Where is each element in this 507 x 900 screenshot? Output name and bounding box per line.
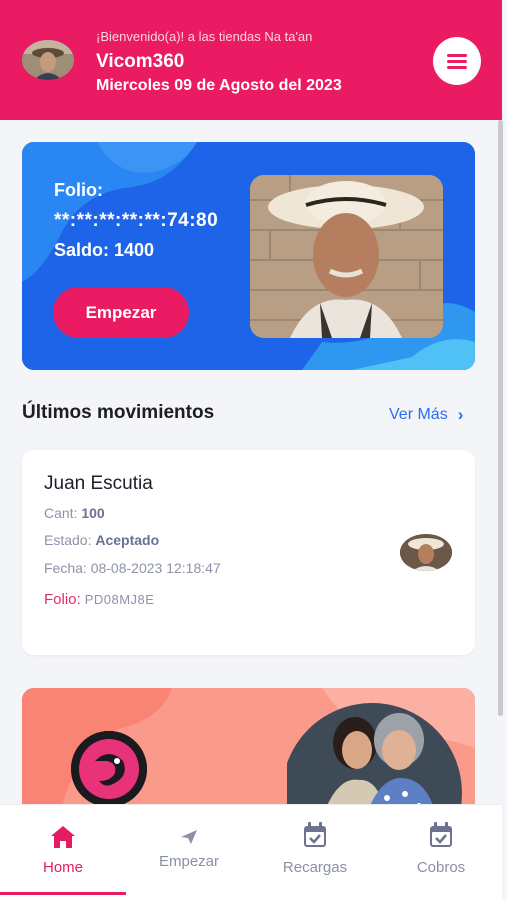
elderly-man-photo [250,175,443,338]
see-more-link[interactable]: Ver Más › [389,405,463,425]
send-icon [181,830,197,844]
hamburger-icon [447,53,467,69]
app-screen: ¡Bienvenido(a)! a las tiendas Na ta'an V… [0,0,507,900]
movement-status: Estado: Aceptado [44,532,160,548]
scrollbar[interactable] [498,120,503,716]
movements-title: Últimos movimientos [22,402,215,423]
nav-item-empezar[interactable]: Empezar [126,805,252,900]
welcome-text: ¡Bienvenido(a)! a las tiendas Na ta'an [96,29,313,44]
calendar-check-icon [304,822,326,847]
start-button[interactable]: Empezar [53,287,189,338]
nav-label-empezar: Empezar [158,853,220,870]
movement-avatar [400,534,452,571]
active-tab-indicator [0,892,126,895]
calendar-check-icon [430,822,452,847]
menu-button[interactable] [433,37,481,85]
balance-text: Saldo: 1400 [54,240,155,260]
see-more-label: Ver Más [389,406,448,423]
women-photo [287,703,462,806]
shrimp-logo-icon [71,731,147,806]
movement-name: Juan Escutia [44,473,153,494]
account-card: Folio: **:**:**:**:**:74:80 Saldo: 1400 … [22,142,475,370]
nav-item-home[interactable]: Home [0,805,126,900]
nav-item-cobros[interactable]: Cobros [378,805,504,900]
nav-label-home: Home [42,859,83,876]
movement-date: Fecha: 08-08-2023 12:18:47 [44,560,221,576]
folio-value: **:**:**:**:**:74:80 [54,210,219,231]
nav-label-cobros: Cobros [416,859,466,876]
movement-cant: Cant: 100 [44,505,105,521]
folio-label: Folio: [54,180,103,200]
user-name: Vicom360 [96,51,185,72]
chevron-right-icon: › [457,405,464,424]
promo-banner[interactable] [22,688,475,806]
movement-card[interactable]: Juan Escutia Cant: 100 Estado: Aceptado … [22,450,475,655]
top-header: ¡Bienvenido(a)! a las tiendas Na ta'an V… [0,0,502,120]
movement-folio: Folio: PD08MJ8E [44,591,155,608]
bottom-nav: Home Empezar Recargas Cobros [0,804,502,900]
current-date: Miercoles 09 de Agosto del 2023 [96,77,342,94]
nav-item-recargas[interactable]: Recargas [252,805,378,900]
nav-label-recargas: Recargas [282,859,348,876]
home-icon [51,826,75,848]
user-avatar[interactable] [22,40,74,80]
